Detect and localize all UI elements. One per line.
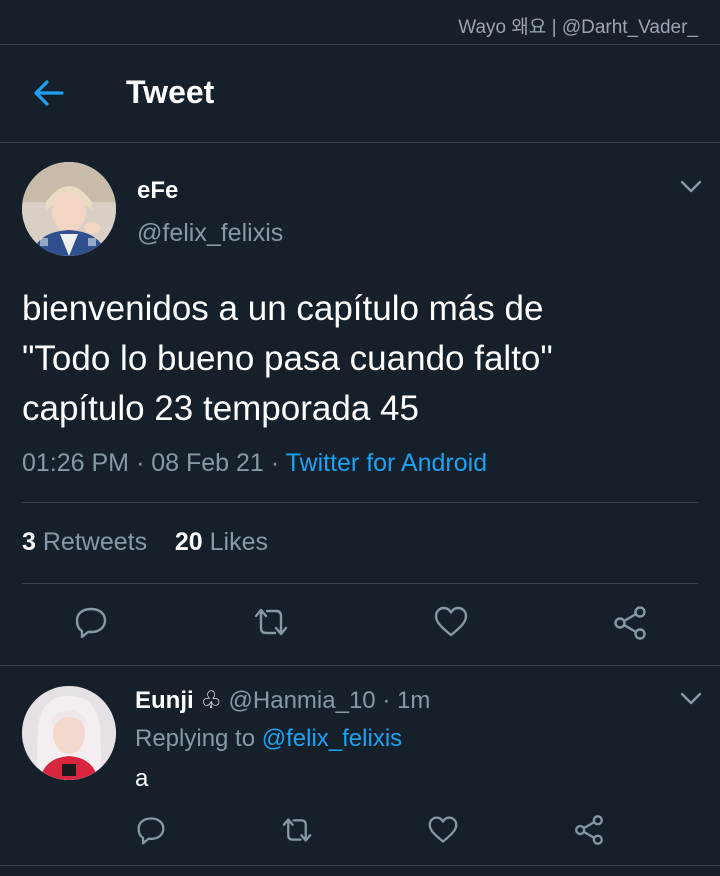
divider [22, 583, 698, 584]
tweet-meta: 01:26 PM · 08 Feb 21 · Twitter for Andro… [22, 449, 487, 478]
likes-stat[interactable]: 20 Likes [175, 528, 268, 556]
tweet-time: 01:26 PM [22, 449, 130, 477]
retweets-label: Retweets [42, 528, 148, 556]
watermark: Wayo 왜요 | @Darht_Vader_ [458, 17, 698, 38]
tweet-stats: 3 Retweets 20 Likes [22, 528, 268, 557]
status-divider [0, 44, 720, 45]
tweet-text-line: bienvenidos a un capítulo más de [22, 289, 544, 328]
share-button[interactable] [612, 606, 648, 645]
likes-label: Likes [209, 528, 269, 556]
back-button[interactable] [32, 76, 66, 110]
divider [0, 865, 720, 866]
tweet-source-link[interactable]: Twitter for Android [286, 449, 487, 477]
club-badge-icon: ♧ [200, 687, 222, 714]
likes-count: 20 [174, 528, 203, 556]
reply-button[interactable] [74, 605, 108, 644]
chevron-down-icon [680, 692, 702, 705]
retweet-button[interactable] [252, 606, 290, 643]
replying-to-link[interactable]: @felix_felixis [262, 725, 402, 752]
share-icon [614, 606, 646, 640]
like-button[interactable] [427, 815, 459, 850]
like-button[interactable] [433, 605, 469, 644]
reply-text: a [135, 765, 149, 792]
avatar[interactable] [22, 686, 116, 780]
reply-menu-button[interactable] [680, 692, 702, 711]
reply-button[interactable] [136, 815, 166, 850]
share-button[interactable] [573, 815, 605, 850]
like-icon [434, 606, 468, 637]
reply-icon [137, 817, 165, 845]
reply-author-handle[interactable]: @Hanmia_10 [229, 687, 376, 714]
share-icon [575, 815, 603, 845]
replying-to-label: Replying to [135, 725, 256, 752]
avatar[interactable] [22, 162, 116, 256]
retweet-button[interactable] [280, 816, 314, 849]
tweet-text: bienvenidos a un capítulo más de "Todo l… [22, 284, 702, 434]
divider [22, 502, 698, 503]
reply-time: 1m [396, 687, 431, 714]
author-handle[interactable]: @felix_felixis [137, 219, 283, 248]
chevron-down-icon [680, 180, 702, 193]
retweet-icon [282, 818, 312, 842]
retweet-icon [254, 608, 288, 636]
author-name[interactable]: eFe [137, 177, 178, 205]
tweet-text-line: "Todo lo bueno pasa cuando falto" [22, 339, 553, 378]
reply-author-name[interactable]: Eunji [135, 687, 194, 714]
header-divider [0, 142, 720, 143]
divider [0, 665, 720, 666]
reply-icon [75, 607, 107, 639]
meta-separator: · [135, 449, 145, 477]
replying-to: Replying to @felix_felixis [135, 725, 402, 753]
meta-separator: · [270, 449, 280, 477]
page-title: Tweet [126, 74, 215, 110]
tweet-menu-button[interactable] [680, 180, 702, 199]
retweets-stat[interactable]: 3 Retweets [22, 528, 147, 556]
back-arrow-icon [34, 80, 64, 106]
reply-header: Eunji ♧ @Hanmia_10 · 1m [135, 686, 430, 715]
tweet-text-line: capítulo 23 temporada 45 [22, 389, 419, 428]
like-icon [428, 816, 458, 843]
tweet-date: 08 Feb 21 [151, 449, 264, 477]
meta-separator: · [382, 687, 391, 714]
retweets-count: 3 [22, 528, 36, 556]
